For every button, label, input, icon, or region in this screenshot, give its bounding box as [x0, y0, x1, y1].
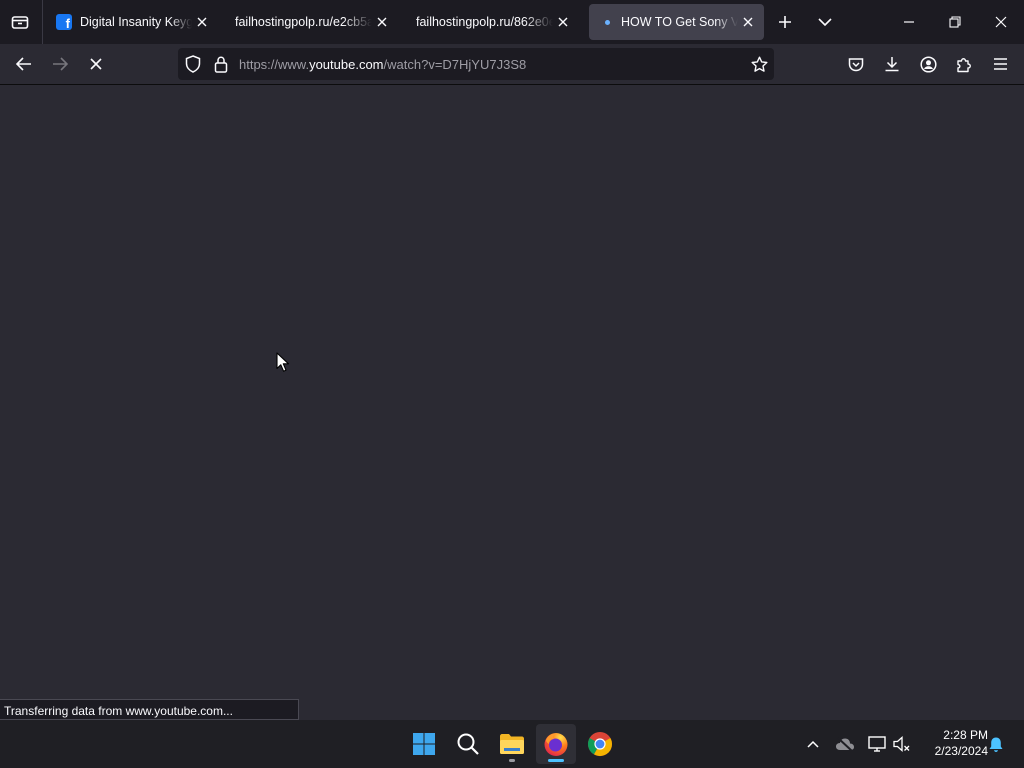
extensions-button[interactable] — [950, 50, 978, 78]
tab-1[interactable]: f Digital Insanity Keygen — [46, 4, 218, 40]
url-bar[interactable]: https://www.youtube.com/watch?v=D7HjYU7J… — [178, 48, 774, 80]
url-prefix: https://www. — [239, 57, 310, 72]
lock-icon[interactable] — [211, 54, 231, 74]
stop-button[interactable] — [82, 50, 110, 78]
close-tab-icon[interactable] — [372, 12, 392, 32]
onedrive-tray-icon[interactable] — [833, 732, 857, 756]
network-icon — [868, 736, 886, 752]
plus-icon — [779, 16, 791, 28]
firefox-view-icon — [11, 16, 29, 29]
tab-separator — [42, 0, 43, 44]
downloads-button[interactable] — [878, 50, 906, 78]
back-button[interactable] — [10, 50, 38, 78]
url-text[interactable]: https://www.youtube.com/watch?v=D7HjYU7J… — [239, 57, 526, 72]
search-icon — [457, 733, 479, 755]
tab-strip: f Digital Insanity Keygen failhostingpol… — [0, 0, 1024, 44]
tab-title: failhostingpolp.ru/e2cb5ae — [235, 15, 372, 29]
new-tab-button[interactable] — [771, 8, 799, 36]
close-tab-icon[interactable] — [738, 12, 758, 32]
stop-icon — [90, 58, 102, 70]
chevron-up-icon — [807, 740, 819, 748]
taskbar-chrome[interactable] — [580, 724, 620, 764]
running-indicator — [509, 759, 515, 762]
pocket-button[interactable] — [842, 50, 870, 78]
tab-loading-icon — [599, 14, 615, 30]
network-tray-icon[interactable] — [865, 732, 889, 756]
tab-2[interactable]: failhostingpolp.ru/e2cb5ae — [226, 4, 398, 40]
url-path: /watch?v=D7HjYU7J3S8 — [383, 57, 527, 72]
bell-icon — [989, 737, 1003, 752]
mouse-cursor-icon — [276, 352, 290, 372]
close-tab-icon[interactable] — [192, 12, 212, 32]
cloud-offline-icon — [836, 737, 854, 751]
tab-title: Digital Insanity Keygen — [80, 15, 192, 29]
windows-start-icon — [413, 733, 435, 755]
chevron-down-icon — [818, 18, 832, 27]
volume-tray-icon[interactable] — [890, 732, 914, 756]
taskbar-firefox[interactable] — [536, 724, 576, 764]
page-content-area[interactable] — [0, 85, 1024, 720]
forward-button[interactable] — [46, 50, 74, 78]
tab-4-active[interactable]: HOW TO Get Sony Vegas — [589, 4, 764, 40]
puzzle-piece-icon — [957, 57, 971, 72]
pocket-icon — [848, 57, 864, 71]
close-icon — [995, 16, 1007, 28]
taskbar-file-explorer[interactable] — [492, 724, 532, 764]
restore-icon — [949, 16, 961, 28]
status-panel: Transferring data from www.youtube.com..… — [0, 699, 299, 720]
clock-time: 2:28 PM — [943, 728, 988, 742]
close-tab-icon[interactable] — [553, 12, 573, 32]
facebook-icon: f — [56, 14, 72, 30]
chrome-icon — [587, 732, 612, 757]
bookmark-star-icon[interactable] — [749, 54, 769, 74]
list-all-tabs-button[interactable] — [811, 8, 839, 36]
arrow-right-icon — [53, 57, 68, 71]
start-button[interactable] — [404, 724, 444, 764]
tab-3[interactable]: failhostingpolp.ru/862e0ed — [407, 4, 579, 40]
restore-button[interactable] — [932, 0, 978, 44]
minimize-icon — [904, 21, 914, 23]
file-explorer-icon — [500, 734, 524, 754]
taskbar-search-button[interactable] — [448, 724, 488, 764]
firefox-view-button[interactable] — [6, 8, 34, 36]
app-menu-button[interactable] — [986, 50, 1014, 78]
system-clock[interactable]: 2:28 PM 2/23/2024 — [916, 727, 988, 759]
close-window-button[interactable] — [978, 0, 1024, 44]
clock-date: 2/23/2024 — [934, 744, 988, 758]
minimize-button[interactable] — [886, 0, 932, 44]
account-icon — [919, 55, 937, 73]
notifications-button[interactable] — [984, 732, 1008, 756]
active-indicator — [548, 759, 564, 762]
arrow-left-icon — [16, 57, 31, 71]
firefox-icon — [544, 733, 568, 756]
url-host: youtube.com — [309, 57, 384, 72]
show-hidden-icons-button[interactable] — [801, 732, 825, 756]
navigation-toolbar: https://www.youtube.com/watch?v=D7HjYU7J… — [0, 44, 1024, 85]
tab-title: HOW TO Get Sony Vegas — [621, 15, 738, 29]
download-icon — [885, 57, 899, 72]
taskbar: 2:28 PM 2/23/2024 — [0, 720, 1024, 768]
hamburger-menu-icon — [993, 58, 1007, 70]
tracking-protection-shield-icon[interactable] — [183, 54, 203, 74]
account-button[interactable] — [914, 50, 942, 78]
speaker-muted-icon — [893, 736, 910, 752]
tab-title: failhostingpolp.ru/862e0ed — [416, 15, 553, 29]
